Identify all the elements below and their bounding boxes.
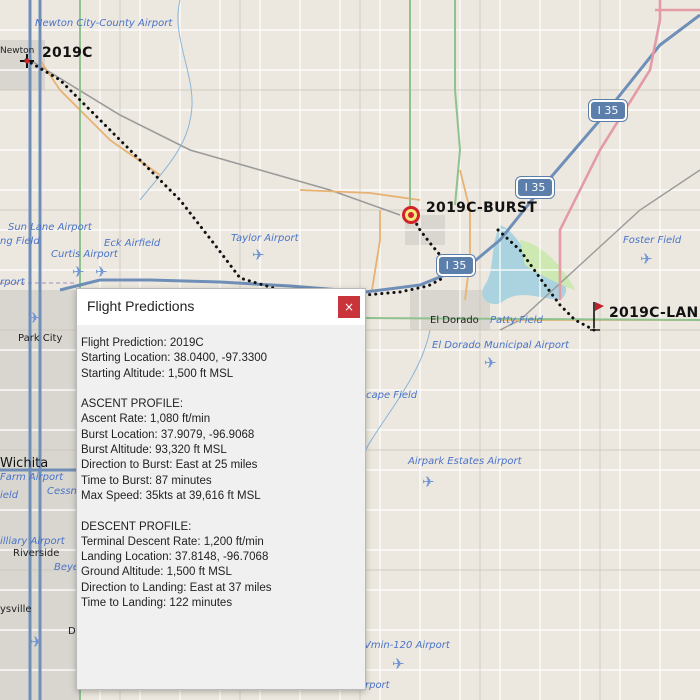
- map-label: Farm Airport: [0, 472, 64, 483]
- map-label: Patty Field: [490, 315, 543, 326]
- ascent-profile-heading: ASCENT PROFILE:: [81, 398, 184, 411]
- map-label: El Dorado: [430, 315, 479, 326]
- map-label: Taylor Airport: [231, 233, 299, 244]
- map-label: illiary Airport: [0, 536, 65, 547]
- map-label: Sun Lane Airport: [8, 222, 92, 233]
- time-to-landing-line: Time to Landing: 122 minutes: [81, 597, 233, 610]
- burst-label: 2019C-BURST: [426, 200, 538, 216]
- map-label: Curtis Airport: [51, 249, 118, 260]
- airport-icon: ✈: [28, 309, 41, 327]
- map-label: Foster Field: [623, 235, 682, 246]
- airport-icon: ✈: [392, 655, 405, 673]
- flight-predictions-panel: Flight Predictions × Flight Prediction: …: [76, 288, 366, 690]
- burst-altitude-line: Burst Altitude: 93,320 ft MSL: [81, 444, 227, 457]
- panel-header: Flight Predictions ×: [77, 289, 365, 325]
- map-label: D: [68, 626, 76, 637]
- airport-icon: ✈: [252, 246, 265, 264]
- map-label: Wichita: [0, 456, 49, 471]
- interstate-shield: I 35: [588, 99, 628, 122]
- descent-profile-heading: DESCENT PROFILE:: [81, 520, 192, 533]
- map-label: Airpark Estates Airport: [408, 456, 522, 467]
- direction-to-landing-line: Direction to Landing: East at 37 miles: [81, 581, 272, 594]
- direction-to-burst-line: Direction to Burst: East at 25 miles: [81, 459, 258, 472]
- starting-location-line: Starting Location: 38.0400, -97.3300: [81, 352, 268, 365]
- flight-prediction-line: Flight Prediction: 2019C: [81, 337, 204, 349]
- map-label: Newton: [0, 46, 35, 56]
- airport-icon: ✈: [95, 263, 108, 281]
- airport-icon: ✈: [640, 250, 653, 268]
- interstate-shield: I 35: [515, 176, 555, 199]
- panel-title: Flight Predictions: [87, 298, 195, 314]
- close-button[interactable]: ×: [338, 296, 360, 318]
- interstate-shield: I 35: [436, 254, 476, 277]
- map-label: ysville: [0, 604, 32, 615]
- ascent-rate-line: Ascent Rate: 1,080 ft/min: [81, 413, 211, 426]
- map-label: Cessn: [47, 486, 77, 497]
- panel-body: Flight Prediction: 2019C Starting Locati…: [81, 336, 361, 611]
- airport-icon: ✈: [484, 354, 497, 372]
- airport-icon: ✈: [422, 473, 435, 491]
- time-to-burst-line: Time to Burst: 87 minutes: [81, 474, 212, 487]
- launch-label: 2019C: [42, 45, 93, 61]
- map-label: ield: [0, 490, 19, 501]
- ground-altitude-line: Ground Altitude: 1,500 ft MSL: [81, 566, 232, 579]
- burst-marker[interactable]: [402, 206, 420, 224]
- map-label: Newton City-County Airport: [35, 18, 173, 29]
- map-label: Eck Airfield: [104, 238, 161, 249]
- landing-label: 2019C-LAN: [609, 305, 699, 321]
- map-label: Park City: [18, 333, 63, 344]
- airport-icon: ✈: [30, 633, 43, 651]
- burst-location-line: Burst Location: 37.9079, -96.9068: [81, 428, 255, 441]
- landing-location-line: Landing Location: 37.8148, -96.7068: [81, 551, 269, 564]
- airport-icon: ✈: [72, 263, 85, 281]
- map-label: ng Field: [0, 236, 40, 247]
- map-label: Riverside: [13, 548, 60, 559]
- map-label: Vmin-120 Airport: [364, 640, 450, 651]
- terminal-descent-rate-line: Terminal Descent Rate: 1,200 ft/min: [81, 535, 264, 548]
- map-label: El Dorado Municipal Airport: [432, 340, 569, 351]
- starting-altitude-line: Starting Altitude: 1,500 ft MSL: [81, 367, 234, 380]
- map-label: rport: [0, 277, 25, 288]
- max-speed-line: Max Speed: 35kts at 39,616 ft MSL: [81, 489, 261, 502]
- map-label: cape Field: [366, 390, 418, 401]
